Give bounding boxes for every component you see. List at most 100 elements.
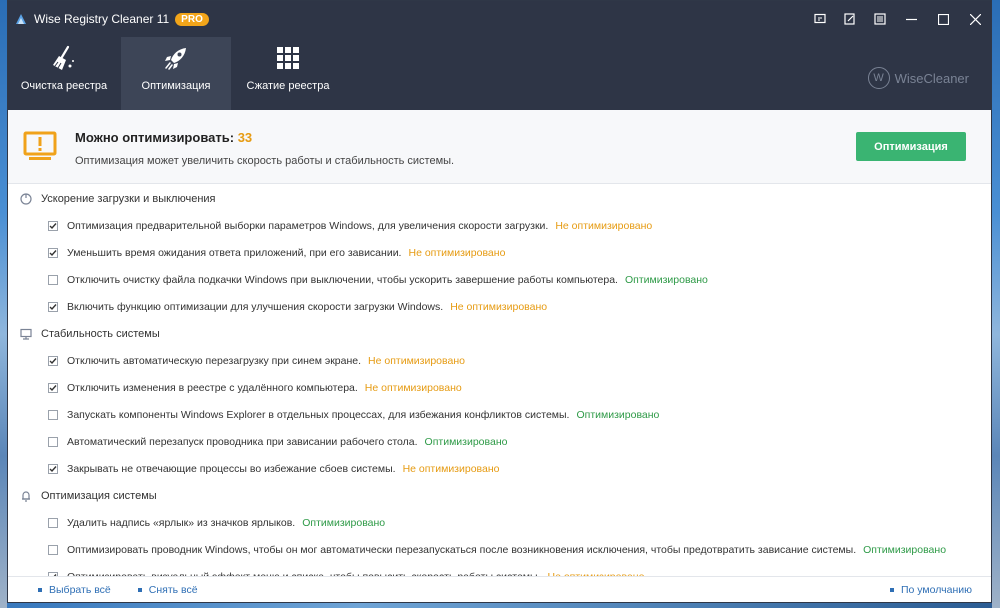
optimization-item[interactable]: Оптимизировать проводник Windows, чтобы …: [8, 536, 991, 563]
summary-text: Можно оптимизировать: 33 Оптимизация мож…: [75, 130, 454, 167]
checkmark-icon: [49, 222, 57, 229]
title-controls: [805, 1, 991, 37]
item-text: Оптимизация предварительной выборки пара…: [67, 219, 549, 232]
maximize-icon: [937, 13, 949, 25]
tab-registry-cleaner[interactable]: Очистка реестра: [9, 37, 119, 110]
select-all-label: Выбрать всё: [49, 583, 111, 596]
power-icon: [20, 192, 32, 205]
unselect-all-label: Снять всё: [148, 583, 198, 596]
item-text: Уменьшить время ожидания ответа приложен…: [67, 246, 402, 259]
bullet-icon: [38, 587, 42, 592]
optimization-list: Ускорение загрузки и выключения Оптимизац…: [8, 185, 991, 577]
optimization-item[interactable]: Запускать компоненты Windows Explorer в …: [8, 401, 991, 428]
item-checkbox[interactable]: [48, 463, 58, 474]
wisecleaner-logo-text: WiseCleaner: [894, 70, 969, 86]
item-text: Отключить изменения в реестре с удалённо…: [67, 381, 358, 394]
app-window: Wise Registry Cleaner 11 PRO Очистка рее…: [7, 0, 992, 603]
tab-optimization-label: Оптимизация: [141, 80, 211, 92]
app-logo-icon: [16, 14, 26, 24]
item-text: Закрывать не отвечающие процессы во избе…: [67, 462, 396, 475]
item-text: Удалить надпись «ярлык» из значков ярлык…: [67, 516, 296, 529]
footer-bar: Выбрать всё Снять всё По умолчанию: [8, 576, 991, 602]
item-text: Отключить автоматическую перезагрузку пр…: [67, 354, 362, 367]
tab-registry-cleaner-label: Очистка реестра: [20, 80, 108, 92]
menu-icon: [874, 13, 886, 25]
minimize-button[interactable]: [895, 1, 927, 37]
item-checkbox[interactable]: [48, 544, 58, 555]
feedback-button[interactable]: [805, 1, 835, 37]
item-checkbox[interactable]: [48, 220, 58, 231]
item-text: Включить функцию оптимизации для улучшен…: [67, 300, 444, 313]
item-checkbox[interactable]: [48, 409, 58, 420]
optimization-item[interactable]: Отключить очистку файла подкачки Windows…: [8, 266, 991, 293]
menu-button[interactable]: [865, 1, 895, 37]
tab-registry-defrag-label: Сжатие реестра: [246, 80, 330, 92]
monitor-icon: [20, 328, 32, 340]
optimization-item[interactable]: Уменьшить время ожидания ответа приложен…: [8, 239, 991, 266]
item-checkbox[interactable]: [48, 382, 58, 393]
checkmark-icon: [49, 303, 57, 310]
item-status: Не оптимизировано: [364, 381, 462, 394]
summary-subtitle: Оптимизация может увеличить скорость раб…: [75, 155, 455, 167]
section-title: Ускорение загрузки и выключения: [41, 192, 216, 205]
item-checkbox[interactable]: [48, 301, 58, 312]
monitor-warning-icon: [23, 131, 57, 160]
summary-title-label: Можно оптимизировать:: [75, 130, 235, 145]
maximize-button[interactable]: [927, 1, 959, 37]
item-checkbox[interactable]: [48, 436, 58, 447]
close-icon: [969, 13, 981, 25]
rocket-icon: [165, 48, 186, 70]
grid-icon: [277, 47, 299, 69]
unselect-all-link[interactable]: Снять всё: [137, 583, 198, 596]
item-checkbox[interactable]: [48, 247, 58, 258]
optimization-item[interactable]: Включить функцию оптимизации для улучшен…: [8, 293, 991, 320]
item-status: Оптимизировано: [576, 408, 660, 421]
bullet-icon: [137, 587, 142, 592]
wisecleaner-logo-icon: W: [867, 67, 890, 89]
default-label: По умолчанию: [900, 583, 972, 596]
item-checkbox[interactable]: [48, 517, 58, 528]
desktop-background-left: [0, 0, 7, 608]
tab-registry-defrag[interactable]: Сжатие реестра: [233, 37, 343, 110]
bullet-icon: [889, 587, 894, 592]
item-status: Не оптимизировано: [450, 300, 548, 313]
pro-badge: PRO: [175, 12, 209, 26]
optimization-item[interactable]: Удалить надпись «ярлык» из значков ярлык…: [8, 509, 991, 536]
item-text: Запускать компоненты Windows Explorer в …: [67, 408, 570, 421]
optimization-item[interactable]: Отключить автоматическую перезагрузку пр…: [8, 347, 991, 374]
item-status: Оптимизировано: [302, 516, 386, 529]
item-status: Не оптимизировано: [368, 354, 465, 367]
desktop-background-right: [992, 0, 1000, 608]
optimization-item[interactable]: Оптимизация предварительной выборки пара…: [8, 212, 991, 239]
main-toolbar: Очистка реестра Оптимизация Сжатие реест…: [8, 37, 991, 110]
bell-icon: [22, 490, 30, 502]
section-header: Ускорение загрузки и выключения: [8, 185, 991, 212]
item-checkbox[interactable]: [48, 274, 58, 285]
optimization-item[interactable]: Оптимизировать визуальный эффект меню и …: [8, 563, 991, 577]
item-checkbox[interactable]: [48, 355, 58, 366]
tab-optimization[interactable]: Оптимизация: [121, 37, 231, 110]
wisecleaner-logo[interactable]: W WiseCleaner: [867, 67, 969, 89]
item-text: Отключить очистку файла подкачки Windows…: [67, 273, 618, 286]
optimization-item[interactable]: Автоматический перезапуск проводника при…: [8, 428, 991, 455]
optimization-item[interactable]: Отключить изменения в реестре с удалённо…: [8, 374, 991, 401]
item-status: Не оптимизировано: [555, 219, 653, 232]
section-title: Стабильность системы: [41, 327, 160, 340]
broom-icon: [53, 45, 74, 70]
close-button[interactable]: [959, 1, 991, 37]
default-link[interactable]: По умолчанию: [889, 583, 972, 596]
feedback-icon: [814, 13, 826, 24]
title-bar: Wise Registry Cleaner 11 PRO: [8, 1, 991, 37]
issue-count: 33: [237, 130, 253, 145]
optimization-summary: Можно оптимизировать: 33 Оптимизация мож…: [8, 110, 991, 184]
edit-button[interactable]: [835, 1, 865, 37]
section-header: Оптимизация системы: [8, 482, 991, 509]
item-status: Оптимизировано: [863, 543, 947, 556]
item-status: Оптимизировано: [424, 435, 508, 448]
checkmark-icon: [49, 357, 57, 364]
optimization-item[interactable]: Закрывать не отвечающие процессы во избе…: [8, 455, 991, 482]
checkmark-icon: [49, 384, 57, 391]
select-all-link[interactable]: Выбрать всё: [38, 584, 111, 596]
item-status: Не оптимизировано: [408, 246, 506, 259]
optimize-button[interactable]: Оптимизация: [856, 132, 966, 161]
